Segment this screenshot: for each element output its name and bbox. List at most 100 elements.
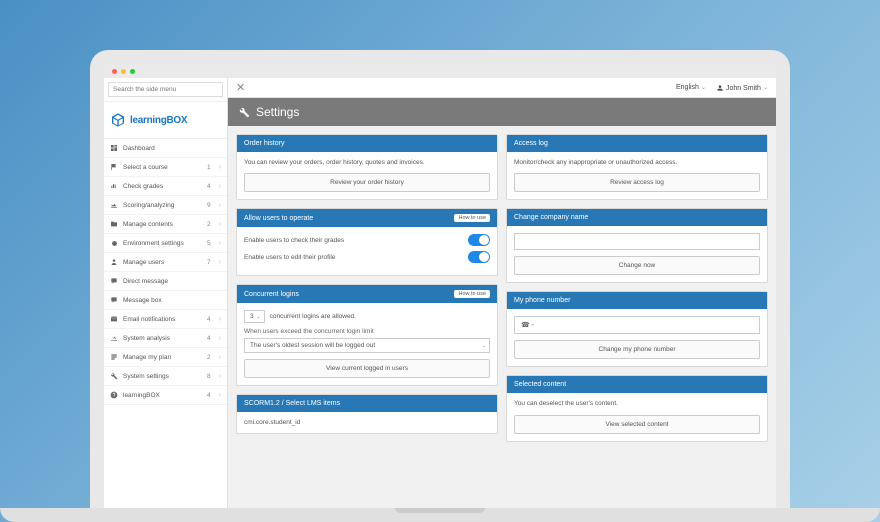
- content-area: Order history You can review your orders…: [228, 126, 776, 510]
- review-access-log-button[interactable]: Review access log: [514, 173, 760, 192]
- chevron-right-icon: ›: [219, 373, 221, 380]
- company-name-input[interactable]: [514, 233, 760, 250]
- analytics-icon: [110, 201, 118, 209]
- sidebar: learningBOX Dashboard Select a course 1 …: [104, 78, 228, 510]
- sidebar-item[interactable]: System settings 8 ›: [104, 367, 227, 386]
- user-icon: [716, 84, 724, 92]
- window-max-dot[interactable]: [130, 69, 135, 74]
- close-icon[interactable]: ✕: [236, 81, 245, 94]
- chevron-right-icon: ›: [219, 392, 221, 399]
- topbar: ✕ English⌄ John Smith⌄: [228, 78, 776, 98]
- page-header: Settings: [228, 98, 776, 126]
- chevron-right-icon: ›: [219, 221, 221, 228]
- change-phone-button[interactable]: Change my phone number: [514, 340, 760, 359]
- chevron-down-icon: ⌄: [482, 343, 486, 349]
- sidebar-item-label: System analysis: [123, 335, 202, 342]
- sidebar-item[interactable]: Check grades 4 ›: [104, 177, 227, 196]
- howto-button[interactable]: How to use: [454, 214, 490, 222]
- dashboard-icon: [110, 144, 118, 152]
- sidebar-item-label: Dashboard: [123, 145, 208, 152]
- sidebar-item[interactable]: Environment settings 5 ›: [104, 234, 227, 253]
- panel-header: Change company name: [507, 209, 767, 226]
- chevron-right-icon: ›: [219, 259, 221, 266]
- sidebar-item-label: Check grades: [123, 183, 202, 190]
- wrench-icon: [238, 106, 250, 118]
- chevron-right-icon: ›: [219, 335, 221, 342]
- sidebar-item[interactable]: Manage my plan 2 ›: [104, 348, 227, 367]
- logo-text: learningBOX: [130, 115, 187, 126]
- language-selector[interactable]: English⌄: [676, 84, 706, 91]
- panel-header: Order history: [237, 135, 497, 152]
- sidebar-item-count: 9: [207, 202, 211, 209]
- plan-icon: [110, 353, 118, 361]
- sidebar-item[interactable]: Dashboard: [104, 139, 227, 158]
- sublabel: When users exceed the concurrent login l…: [244, 328, 490, 335]
- concurrent-policy-select[interactable]: The user's oldest session will be logged…: [244, 338, 490, 353]
- search-input[interactable]: [108, 82, 223, 97]
- logo-icon: [110, 112, 126, 128]
- window-close-dot[interactable]: [112, 69, 117, 74]
- logo[interactable]: learningBOX: [104, 102, 227, 139]
- panel-header: Allow users to operate How to use: [237, 209, 497, 227]
- sidebar-item-count: 2: [207, 354, 211, 361]
- sidebar-item-count: 8: [207, 373, 211, 380]
- sidebar-items: Dashboard Select a course 1 › Check grad…: [104, 139, 227, 510]
- sidebar-item[interactable]: learningBOX 4 ›: [104, 386, 227, 405]
- sidebar-item[interactable]: Email notifications 4 ›: [104, 310, 227, 329]
- page-title: Settings: [256, 105, 299, 119]
- sidebar-item[interactable]: Manage users 7 ›: [104, 253, 227, 272]
- sidebar-item[interactable]: Message box: [104, 291, 227, 310]
- window-titlebar: [104, 64, 776, 78]
- sidebar-search-wrap: [104, 78, 227, 102]
- chevron-right-icon: ›: [219, 354, 221, 361]
- sidebar-item-label: Message box: [123, 297, 208, 304]
- sidebar-item-label: Manage my plan: [123, 354, 202, 361]
- sidebar-item[interactable]: Direct message: [104, 272, 227, 291]
- phone-display: ☎ -: [514, 316, 760, 334]
- sidebar-item-label: Manage contents: [123, 221, 202, 228]
- gear-icon: [110, 239, 118, 247]
- chevron-down-icon: ⌄: [256, 314, 260, 320]
- message-icon: [110, 277, 118, 285]
- panel-desc: You can deselect the user's content.: [514, 400, 760, 408]
- sidebar-item-label: learningBOX: [123, 392, 202, 399]
- laptop-base: [0, 508, 880, 522]
- panel-phone: My phone number ☎ - Change my phone numb…: [506, 291, 768, 367]
- sidebar-item-label: Scoring/analyzing: [123, 202, 202, 209]
- toggle-check-grades[interactable]: [468, 234, 490, 246]
- view-logged-in-users-button[interactable]: View current logged in users: [244, 359, 490, 378]
- howto-button[interactable]: How to use: [454, 290, 490, 298]
- left-column: Order history You can review your orders…: [236, 134, 498, 502]
- mail-icon: [110, 315, 118, 323]
- concurrent-count-select[interactable]: 3⌄: [244, 310, 265, 323]
- chevron-down-icon: ⌄: [701, 85, 706, 91]
- sidebar-item-label: Direct message: [123, 278, 208, 285]
- toggle-edit-profile[interactable]: [468, 251, 490, 263]
- panel-access-log: Access log Monitor/check any inappropria…: [506, 134, 768, 200]
- right-column: Access log Monitor/check any inappropria…: [506, 134, 768, 502]
- sidebar-item-count: 4: [207, 392, 211, 399]
- panel-concurrent-logins: Concurrent logins How to use 3⌄ concurre…: [236, 284, 498, 386]
- sidebar-item-label: Manage users: [123, 259, 202, 266]
- window-min-dot[interactable]: [121, 69, 126, 74]
- sidebar-item[interactable]: System analysis 4 ›: [104, 329, 227, 348]
- sidebar-item-count: 2: [207, 221, 211, 228]
- sidebar-item[interactable]: Select a course 1 ›: [104, 158, 227, 177]
- chat-icon: [110, 296, 118, 304]
- chart-icon: [110, 182, 118, 190]
- view-selected-content-button[interactable]: View selected content: [514, 415, 760, 434]
- main: ✕ English⌄ John Smith⌄ Settings: [228, 78, 776, 510]
- sidebar-item[interactable]: Manage contents 2 ›: [104, 215, 227, 234]
- screen: learningBOX Dashboard Select a course 1 …: [104, 64, 776, 510]
- sidebar-item-count: 4: [207, 183, 211, 190]
- sidebar-item[interactable]: Scoring/analyzing 9 ›: [104, 196, 227, 215]
- users-icon: [110, 258, 118, 266]
- sidebar-item-label: Select a course: [123, 164, 202, 171]
- wrench-icon: [110, 372, 118, 380]
- review-order-history-button[interactable]: Review your order history: [244, 173, 490, 192]
- sidebar-item-label: Email notifications: [123, 316, 202, 323]
- change-company-name-button[interactable]: Change now: [514, 256, 760, 275]
- sidebar-item-count: 1: [207, 164, 211, 171]
- panel-desc: You can review your orders, order histor…: [244, 159, 490, 167]
- user-menu[interactable]: John Smith⌄: [716, 84, 768, 92]
